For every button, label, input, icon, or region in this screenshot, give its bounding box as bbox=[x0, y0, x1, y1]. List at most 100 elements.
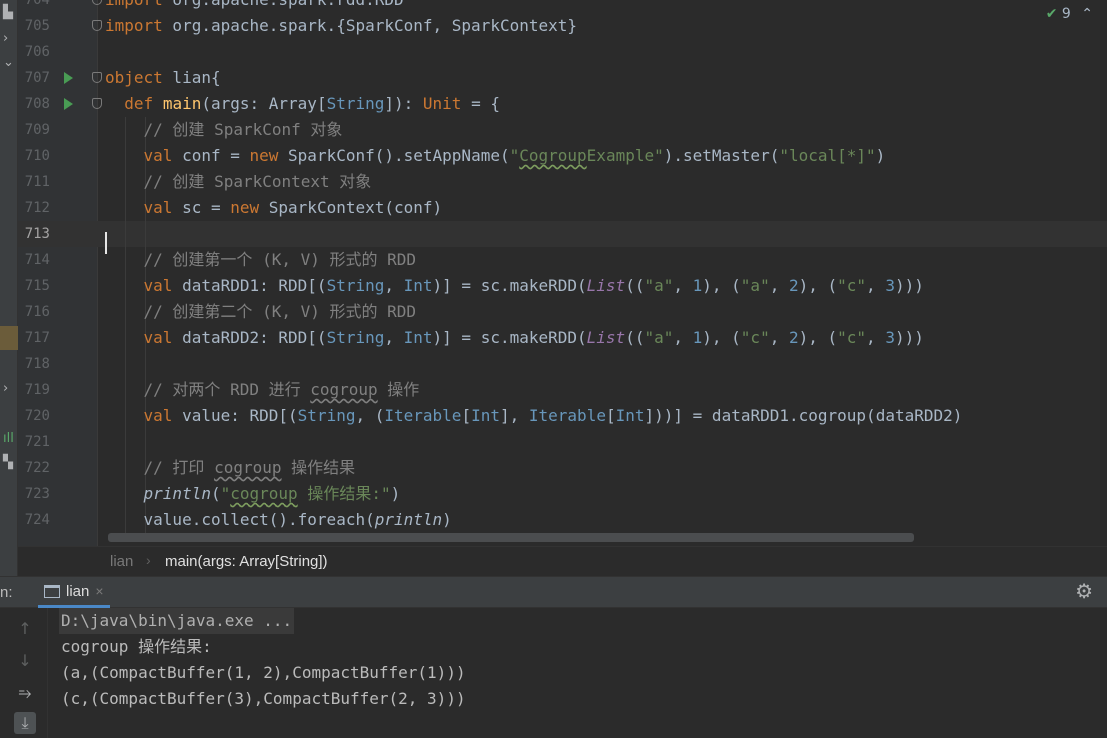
code-line-714[interactable]: 714 // 创建第一个 (K, V) 形式的 RDD bbox=[18, 247, 1107, 273]
code-text: val sc = new SparkContext(conf) bbox=[143, 198, 443, 217]
code-text: // 创建第一个 (K, V) 形式的 RDD bbox=[143, 250, 417, 269]
fold-icon[interactable] bbox=[92, 72, 102, 83]
line-number[interactable]: 720 bbox=[18, 403, 50, 429]
indent-guide bbox=[125, 429, 126, 455]
breadcrumb-method[interactable]: main(args: Array[String]) bbox=[165, 553, 328, 570]
line-number[interactable]: 716 bbox=[18, 299, 50, 325]
code-line-719[interactable]: 719 // 对两个 RDD 进行 cogroup 操作 bbox=[18, 377, 1107, 403]
run-console[interactable]: ↑ ↓ ⥱ ⤓ D:\java\bin\java.exe ... cogroup … bbox=[0, 608, 1107, 738]
pin-icon[interactable]: ▚ bbox=[3, 456, 13, 470]
line-number[interactable]: 723 bbox=[18, 481, 50, 507]
console-output-line: cogroup 操作结果: bbox=[61, 637, 212, 656]
code-line-705[interactable]: 705 import org.apache.spark.{SparkConf, S… bbox=[18, 13, 1107, 39]
line-number[interactable]: 708 bbox=[18, 91, 50, 117]
expand-right-icon[interactable]: › bbox=[3, 32, 8, 46]
code-line-720[interactable]: 720 val value: RDD[(String, (Iterable[In… bbox=[18, 403, 1107, 429]
line-number[interactable]: 719 bbox=[18, 377, 50, 403]
code-line-716[interactable]: 716 // 创建第二个 (K, V) 形式的 RDD bbox=[18, 299, 1107, 325]
outer-tool-strip: ▙ › ⌄ › ıll ▚ bbox=[0, 0, 18, 576]
line-number[interactable]: 710 bbox=[18, 143, 50, 169]
code-text: val dataRDD1: RDD[(String, Int)] = sc.ma… bbox=[143, 276, 924, 295]
code-text: import org.apache.spark.{SparkConf, Spar… bbox=[105, 16, 578, 35]
line-number[interactable]: 711 bbox=[18, 169, 50, 195]
code-line-717[interactable]: 717 val dataRDD2: RDD[(String, Int)] = s… bbox=[18, 325, 1107, 351]
scroll-to-end-icon[interactable]: ⤓ bbox=[14, 712, 36, 734]
code-text: value.collect().foreach(println) bbox=[105, 510, 452, 529]
check-icon: ✔ bbox=[1045, 6, 1058, 22]
tab-run-lian[interactable]: lian × bbox=[38, 577, 110, 608]
line-number[interactable]: 709 bbox=[18, 117, 50, 143]
code-line-724[interactable]: 724 value.collect().foreach(println) bbox=[18, 507, 1107, 533]
line-number[interactable]: 706 bbox=[18, 39, 50, 65]
breadcrumb: lian › main(args: Array[String]) bbox=[18, 546, 1107, 576]
expand-down-icon[interactable]: ⌄ bbox=[3, 56, 14, 70]
code-text: // 创建 SparkConf 对象 bbox=[143, 120, 343, 139]
close-icon[interactable]: × bbox=[95, 583, 103, 599]
fold-icon[interactable] bbox=[92, 98, 102, 109]
inspections-widget[interactable]: ✔ 9 ⌃ bbox=[1046, 6, 1093, 22]
line-number[interactable]: 715 bbox=[18, 273, 50, 299]
breadcrumb-separator-icon: › bbox=[146, 552, 151, 568]
gear-icon[interactable]: ⚙ bbox=[1075, 581, 1093, 603]
expand-right-icon-2[interactable]: › bbox=[3, 382, 8, 396]
run-gutter-icon[interactable] bbox=[64, 72, 73, 84]
code-text: val value: RDD[(String, (Iterable[Int], … bbox=[143, 406, 963, 425]
run-label: n: bbox=[0, 584, 13, 601]
structure-icon[interactable]: ıll bbox=[3, 432, 14, 446]
code-line-708[interactable]: 708 def main(args: Array[String]): Unit … bbox=[18, 91, 1107, 117]
code-line-706[interactable]: 706 bbox=[18, 39, 1107, 65]
line-number[interactable]: 717 bbox=[18, 325, 50, 351]
fold-icon[interactable] bbox=[92, 20, 102, 31]
project-icon[interactable]: ▙ bbox=[3, 6, 13, 20]
line-number[interactable]: 712 bbox=[18, 195, 50, 221]
line-number[interactable]: 721 bbox=[18, 429, 50, 455]
indent-guide bbox=[145, 221, 146, 247]
indent-guide bbox=[125, 221, 126, 247]
code-line-718[interactable]: 718 bbox=[18, 351, 1107, 377]
code-line-721[interactable]: 721 bbox=[18, 429, 1107, 455]
code-line-709[interactable]: 709 // 创建 SparkConf 对象 bbox=[18, 117, 1107, 143]
code-line-707[interactable]: 707 object lian{ bbox=[18, 65, 1107, 91]
code-text: object lian{ bbox=[105, 68, 221, 87]
fold-icon[interactable] bbox=[92, 0, 102, 5]
code-line-710[interactable]: 710 val conf = new SparkConf().setAppNam… bbox=[18, 143, 1107, 169]
line-number[interactable]: 714 bbox=[18, 247, 50, 273]
run-tab-label: lian bbox=[66, 582, 90, 600]
code-editor[interactable]: 704 import org.apache.spark.rdd.RDD 705 imp… bbox=[18, 0, 1107, 546]
indent-guide bbox=[145, 429, 146, 455]
code-text: // 创建第二个 (K, V) 形式的 RDD bbox=[143, 302, 417, 321]
horizontal-scrollbar[interactable] bbox=[108, 533, 914, 542]
inspections-count: 9 bbox=[1061, 6, 1071, 22]
code-text: // 创建 SparkContext 对象 bbox=[143, 172, 372, 191]
code-line-713[interactable]: 713 bbox=[18, 221, 1107, 247]
code-text: // 打印 cogroup 操作结果 bbox=[143, 458, 356, 477]
line-number[interactable]: 704 bbox=[18, 0, 50, 13]
line-number[interactable]: 724 bbox=[18, 507, 50, 533]
run-gutter-icon[interactable] bbox=[64, 98, 73, 110]
code-line-715[interactable]: 715 val dataRDD1: RDD[(String, Int)] = s… bbox=[18, 273, 1107, 299]
line-number[interactable]: 707 bbox=[18, 65, 50, 91]
indent-guide bbox=[125, 351, 126, 377]
chevron-up-icon[interactable]: ⌃ bbox=[1081, 6, 1093, 22]
code-text: def main(args: Array[String]): Unit = { bbox=[124, 94, 500, 113]
code-line-723[interactable]: 723 println("cogroup 操作结果:") bbox=[18, 481, 1107, 507]
arrow-down-icon[interactable]: ↓ bbox=[14, 650, 36, 672]
code-line-722[interactable]: 722 // 打印 cogroup 操作结果 bbox=[18, 455, 1107, 481]
console-output-line: (c,(CompactBuffer(3),CompactBuffer(2, 3)… bbox=[61, 689, 466, 708]
soft-wrap-icon[interactable]: ⥱ bbox=[14, 682, 36, 704]
indent-guide bbox=[145, 351, 146, 377]
line-number[interactable]: 713 bbox=[18, 221, 50, 247]
line-number[interactable]: 705 bbox=[18, 13, 50, 39]
code-text: val dataRDD2: RDD[(String, Int)] = sc.ma… bbox=[143, 328, 924, 347]
breadcrumb-object[interactable]: lian bbox=[110, 553, 133, 570]
tree-selection-highlight bbox=[0, 326, 18, 350]
line-number[interactable]: 722 bbox=[18, 455, 50, 481]
code-line-711[interactable]: 711 // 创建 SparkContext 对象 bbox=[18, 169, 1107, 195]
arrow-up-icon[interactable]: ↑ bbox=[14, 618, 36, 640]
code-line-704[interactable]: 704 import org.apache.spark.rdd.RDD bbox=[18, 0, 1107, 13]
line-number[interactable]: 718 bbox=[18, 351, 50, 377]
console-toolbar: ↑ ↓ ⥱ ⤓ bbox=[0, 608, 48, 738]
code-line-712[interactable]: 712 val sc = new SparkContext(conf) bbox=[18, 195, 1107, 221]
console-window-icon bbox=[44, 584, 60, 598]
code-text: import org.apache.spark.rdd.RDD bbox=[105, 0, 404, 13]
